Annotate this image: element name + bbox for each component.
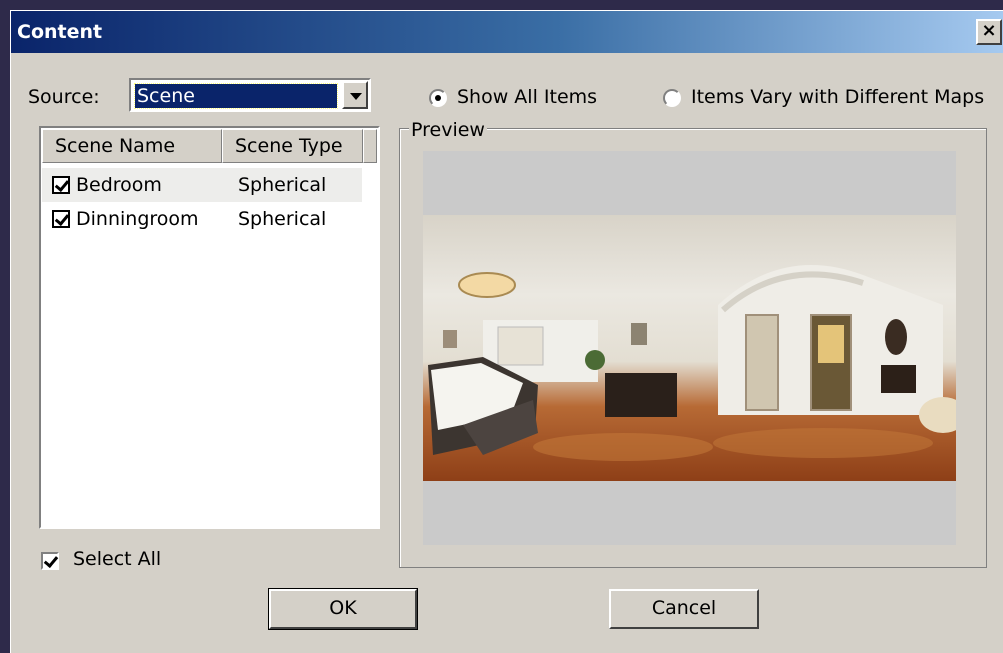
panorama-artwork [428, 265, 956, 461]
dialog-title: Content [17, 21, 103, 43]
chevron-down-icon[interactable] [342, 81, 368, 109]
column-header-scene-name[interactable]: Scene Name [42, 129, 222, 163]
scene-list[interactable]: Scene Name Scene Type Bedroom Spherical … [39, 126, 380, 529]
preview-image-area [423, 151, 956, 545]
column-header-scene-type[interactable]: Scene Type [222, 129, 363, 163]
list-item[interactable]: Dinningroom Spherical [42, 202, 362, 236]
source-dropdown-value: Scene [134, 83, 338, 109]
ok-button[interactable]: OK [268, 588, 418, 630]
scene-name: Dinningroom [76, 208, 199, 230]
preview-legend: Preview [409, 119, 487, 141]
source-label: Source: [28, 86, 100, 108]
show-all-items-radio[interactable] [429, 89, 447, 107]
scene-name: Bedroom [76, 174, 162, 196]
row-checkbox[interactable] [52, 176, 70, 194]
row-checkbox[interactable] [52, 210, 70, 228]
items-vary-radio[interactable] [663, 89, 681, 107]
list-item[interactable]: Bedroom Spherical [42, 168, 362, 202]
close-button[interactable]: × [976, 19, 1002, 45]
scene-type: Spherical [238, 174, 327, 196]
scene-type: Spherical [238, 208, 327, 230]
column-header-filler [363, 129, 377, 163]
title-bar[interactable]: Content × [11, 11, 1003, 53]
source-dropdown[interactable]: Scene [129, 78, 371, 112]
content-dialog: Content × Source: Scene Show All Items I… [10, 10, 1003, 653]
cancel-button[interactable]: Cancel [609, 589, 759, 629]
panorama-image [423, 215, 956, 481]
select-all-label[interactable]: Select All [73, 548, 161, 570]
items-vary-label[interactable]: Items Vary with Different Maps [691, 86, 984, 108]
select-all-checkbox[interactable] [41, 552, 59, 570]
show-all-items-label[interactable]: Show All Items [457, 86, 597, 108]
close-icon: × [981, 20, 997, 41]
